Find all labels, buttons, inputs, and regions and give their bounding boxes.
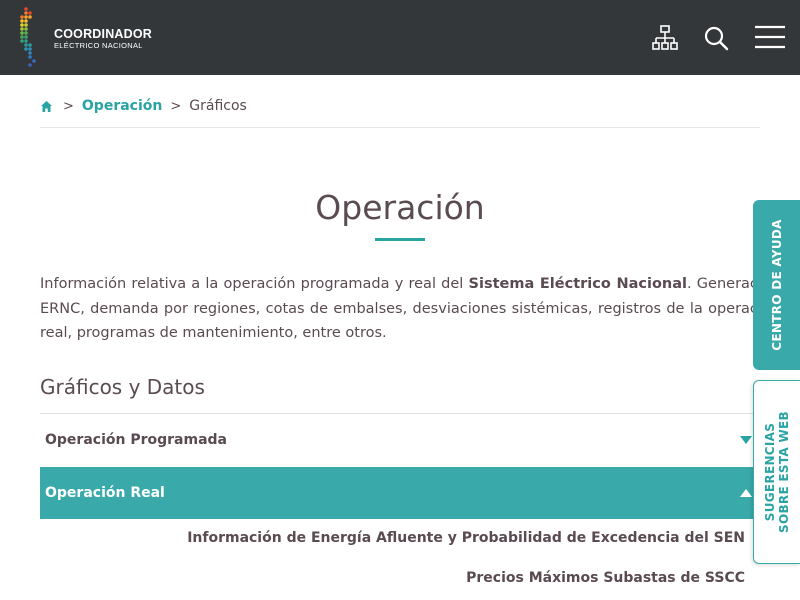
intro-text-bold: Sistema Eléctrico Nacional (468, 276, 687, 292)
logo-line-2: ELÉCTRICO NACIONAL (54, 41, 143, 50)
help-center-label: CENTRO DE AYUDA (769, 219, 784, 351)
caret-up-icon (740, 489, 752, 497)
breadcrumb-current: Gráficos (189, 98, 247, 114)
divider (40, 127, 760, 128)
link-precios-maximos-sscc[interactable]: Precios Máximos Subastas de SSCC (466, 570, 745, 586)
title-underline (375, 238, 425, 241)
intro-text-start: Información relativa a la operación prog… (40, 276, 469, 292)
breadcrumb-separator: > (170, 98, 182, 114)
link-energia-afluente[interactable]: Información de Energía Afluente y Probab… (187, 530, 745, 546)
logo-line-1: COORDINADOR (54, 27, 153, 41)
accordion-operacion-programada[interactable]: Operación Programada (40, 414, 760, 466)
section-title: Gráficos y Datos (40, 375, 205, 399)
suggestions-line-2: SOBRE ESTA WEB (777, 411, 791, 533)
accordion-label: Operación Programada (45, 432, 227, 448)
help-center-tab[interactable]: CENTRO DE AYUDA (753, 200, 800, 370)
suggestions-label: SUGERENCIAS SOBRE ESTA WEB (763, 411, 791, 533)
top-navigation-bar: COORDINADOR ELÉCTRICO NACIONAL (0, 0, 800, 75)
coordinador-logo[interactable]: COORDINADOR ELÉCTRICO NACIONAL (18, 6, 152, 68)
home-icon[interactable] (40, 100, 53, 113)
sitemap-icon[interactable] (650, 24, 680, 54)
caret-down-icon (740, 436, 752, 444)
logo-dots-icon (20, 7, 36, 67)
breadcrumb: > Operación > Gráficos (40, 96, 247, 116)
accordion-label: Operación Real (45, 485, 165, 501)
menu-icon[interactable] (754, 24, 786, 54)
accordion-operacion-real[interactable]: Operación Real (40, 467, 760, 519)
logo-wordmark: COORDINADOR ELÉCTRICO NACIONAL (54, 28, 152, 51)
search-icon[interactable] (702, 24, 732, 54)
suggestions-line-1: SUGERENCIAS (763, 422, 777, 522)
breadcrumb-separator: > (63, 98, 74, 114)
suggestions-tab[interactable]: SUGERENCIAS SOBRE ESTA WEB (753, 380, 800, 564)
breadcrumb-link-operacion[interactable]: Operación (82, 98, 162, 114)
page-title: Operación (315, 188, 485, 227)
intro-paragraph: Información relativa a la operación prog… (40, 272, 780, 346)
